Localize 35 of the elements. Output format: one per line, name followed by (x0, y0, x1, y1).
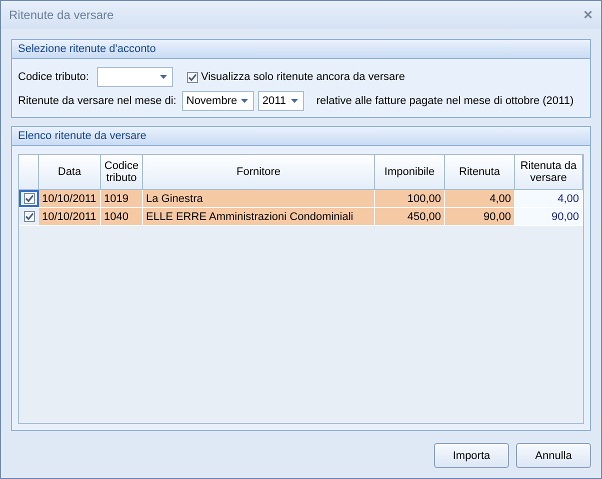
column-header[interactable]: Codice tributo (101, 155, 143, 189)
table-cell: 4,00 (515, 190, 583, 207)
column-header[interactable]: Ritenuta da versare (515, 155, 583, 189)
month-combo[interactable]: Novembre (182, 91, 254, 111)
table-cell: 4,00 (445, 190, 515, 207)
column-header[interactable]: Data (39, 155, 101, 189)
dropdown-caret-icon (241, 99, 248, 103)
field-label: Codice tributo: (18, 71, 89, 83)
checkbox[interactable] (24, 211, 34, 222)
table-cell: 1040 (101, 208, 143, 225)
dropdown-caret-icon (160, 75, 167, 79)
table-cell: 10/10/2011 (39, 208, 101, 225)
table-cell: La Ginestra (143, 190, 375, 207)
table-cell: 90,00 (445, 208, 515, 225)
table-cell: 100,00 (375, 190, 445, 207)
window-title: Ritenute da versare (9, 8, 114, 22)
period-note: relative alle fatture pagate nel mese di ottobre (2011) (316, 95, 574, 107)
table-cell: ELLE ERRE Amministrazioni Condominiali (143, 208, 375, 225)
dropdown-caret-icon (291, 99, 298, 103)
checkbox[interactable] (186, 72, 198, 82)
panel-title: Elenco ritenute da versare (12, 127, 590, 146)
field-label: Ritenute da versare nel mese di: (18, 95, 176, 107)
panel-title: Selezione ritenute d'acconto (12, 40, 590, 59)
column-header[interactable]: Imponibile (375, 155, 445, 189)
table-cell: 1019 (101, 190, 143, 207)
dialog-button[interactable]: Annulla (516, 443, 591, 468)
table-cell: 450,00 (375, 208, 445, 225)
column-header[interactable]: Fornitore (143, 155, 375, 189)
checkbox[interactable] (24, 193, 34, 204)
dialog-button[interactable]: Importa (434, 443, 509, 468)
column-header[interactable]: Ritenuta (445, 155, 515, 189)
checkbox-label: Visualizza solo ritenute ancora da versare (200, 71, 405, 83)
year-combo[interactable]: 2011 (258, 91, 304, 111)
table-cell: 90,00 (515, 208, 583, 225)
table-cell: 10/10/2011 (39, 190, 101, 207)
